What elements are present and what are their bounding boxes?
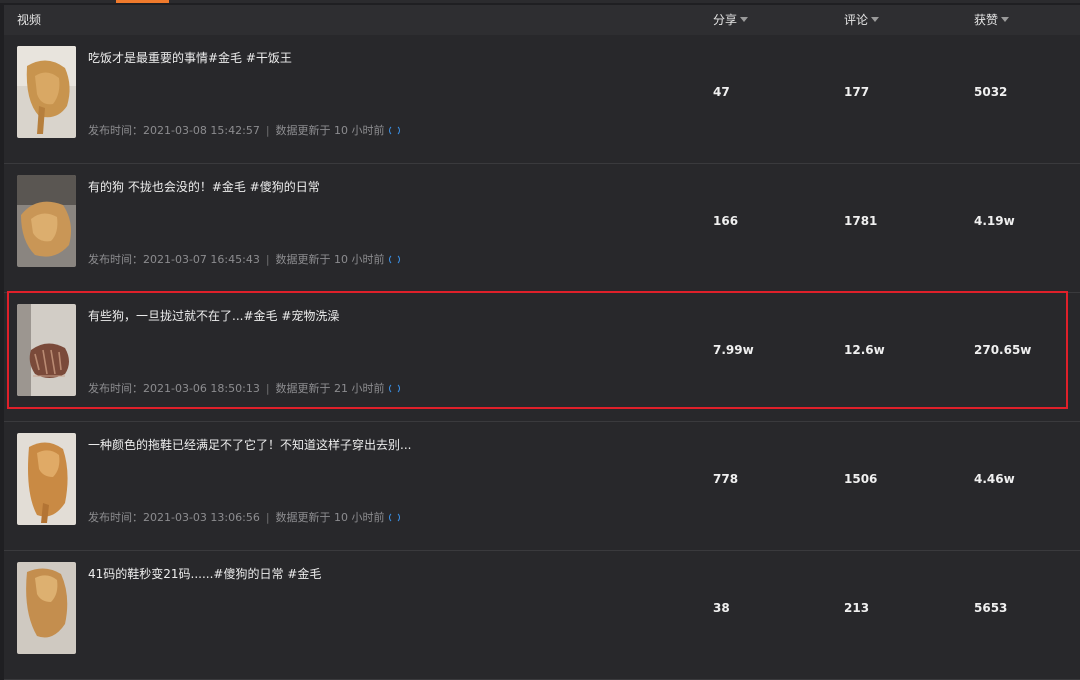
share-count: 778	[713, 472, 739, 486]
top-bar	[0, 0, 1080, 3]
golden-retriever-photo-icon	[17, 433, 76, 525]
comment-count: 1506	[844, 472, 878, 486]
video-title[interactable]: 一种颜色的拖鞋已经满足不了它了！不知道这样子穿出去别...	[88, 436, 411, 453]
likes-count: 4.46w	[974, 472, 1015, 486]
video-title[interactable]: 有些狗，一旦拢过就不在了...#金毛 #宠物洗澡	[88, 307, 339, 324]
publish-time: 2021-03-03 13:06:56	[143, 511, 260, 524]
meta-separator: |	[265, 511, 270, 524]
golden-retriever-photo-icon	[17, 175, 76, 267]
publish-time: 2021-03-08 15:42:57	[143, 124, 260, 137]
share-count: 166	[713, 214, 739, 228]
update-text: 数据更新于 10 小时前	[275, 511, 385, 524]
video-thumbnail[interactable]	[17, 433, 76, 525]
video-meta: 发布时间：2021-03-03 13:06:56 | 数据更新于 10 小时前	[88, 509, 400, 525]
sort-caret-icon	[740, 17, 749, 22]
share-count: 38	[713, 601, 730, 615]
meta-separator: |	[265, 382, 270, 395]
share-count: 7.99w	[713, 343, 754, 357]
video-title[interactable]: 有的狗 不拢也会没的！#金毛 #傻狗的日常	[88, 178, 320, 195]
update-text: 数据更新于 21 小时前	[275, 382, 385, 395]
video-meta: 发布时间：2021-03-07 16:45:43 | 数据更新于 10 小时前	[88, 251, 400, 267]
table-row[interactable]: 41码的鞋秒变21码......#傻狗的日常 #金毛 38 213 5653	[4, 551, 1080, 680]
column-comment-sort[interactable]: 评论	[844, 5, 880, 35]
table-row[interactable]: 有的狗 不拢也会没的！#金毛 #傻狗的日常 发布时间：2021-03-07 16…	[4, 164, 1080, 293]
video-meta: 发布时间：2021-03-08 15:42:57 | 数据更新于 10 小时前	[88, 122, 400, 138]
table-row[interactable]: 有些狗，一旦拢过就不在了...#金毛 #宠物洗澡 发布时间：2021-03-06…	[4, 293, 1080, 422]
likes-count: 5653	[974, 601, 1008, 615]
likes-count: 4.19w	[974, 214, 1015, 228]
active-tab-indicator	[116, 0, 169, 3]
video-thumbnail[interactable]	[17, 175, 76, 267]
column-comment-label: 评论	[844, 13, 869, 27]
wet-dog-photo-icon	[17, 304, 76, 396]
video-thumbnail[interactable]	[17, 562, 76, 654]
comment-count: 177	[844, 85, 870, 99]
table-row[interactable]: 吃饭才是最重要的事情#金毛 #干饭王 发布时间：2021-03-08 15:42…	[4, 35, 1080, 164]
meta-separator: |	[265, 124, 270, 137]
refresh-icon[interactable]	[388, 382, 400, 394]
column-likes-sort[interactable]: 获赞	[974, 5, 1010, 35]
update-text: 数据更新于 10 小时前	[275, 253, 385, 266]
refresh-icon[interactable]	[388, 124, 400, 136]
refresh-icon[interactable]	[388, 511, 400, 523]
refresh-icon[interactable]	[388, 253, 400, 265]
sort-caret-icon	[1001, 17, 1010, 22]
column-share-sort[interactable]: 分享	[713, 5, 749, 35]
publish-label: 发布时间：	[88, 124, 143, 137]
likes-count: 5032	[974, 85, 1008, 99]
video-title[interactable]: 吃饭才是最重要的事情#金毛 #干饭王	[88, 49, 292, 66]
table-row[interactable]: 一种颜色的拖鞋已经满足不了它了！不知道这样子穿出去别... 发布时间：2021-…	[4, 422, 1080, 551]
likes-count: 270.65w	[974, 343, 1032, 357]
column-video: 视频	[17, 5, 41, 35]
publish-label: 发布时间：	[88, 253, 143, 266]
meta-separator: |	[265, 253, 270, 266]
sort-caret-icon	[871, 17, 880, 22]
update-text: 数据更新于 10 小时前	[275, 124, 385, 137]
golden-retriever-photo-icon	[17, 562, 76, 654]
column-video-label: 视频	[17, 13, 42, 27]
video-thumbnail[interactable]	[17, 46, 76, 138]
golden-retriever-photo-icon	[17, 46, 76, 138]
comment-count: 213	[844, 601, 870, 615]
comment-count: 12.6w	[844, 343, 885, 357]
publish-label: 发布时间：	[88, 511, 143, 524]
table-header: 视频 分享 评论 获赞	[4, 5, 1080, 35]
video-title[interactable]: 41码的鞋秒变21码......#傻狗的日常 #金毛	[88, 565, 321, 582]
publish-label: 发布时间：	[88, 382, 143, 395]
comment-count: 1781	[844, 214, 878, 228]
column-likes-label: 获赞	[974, 13, 999, 27]
publish-time: 2021-03-06 18:50:13	[143, 382, 260, 395]
video-meta: 发布时间：2021-03-06 18:50:13 | 数据更新于 21 小时前	[88, 380, 400, 396]
column-share-label: 分享	[713, 13, 738, 27]
share-count: 47	[713, 85, 730, 99]
video-thumbnail[interactable]	[17, 304, 76, 396]
publish-time: 2021-03-07 16:45:43	[143, 253, 260, 266]
